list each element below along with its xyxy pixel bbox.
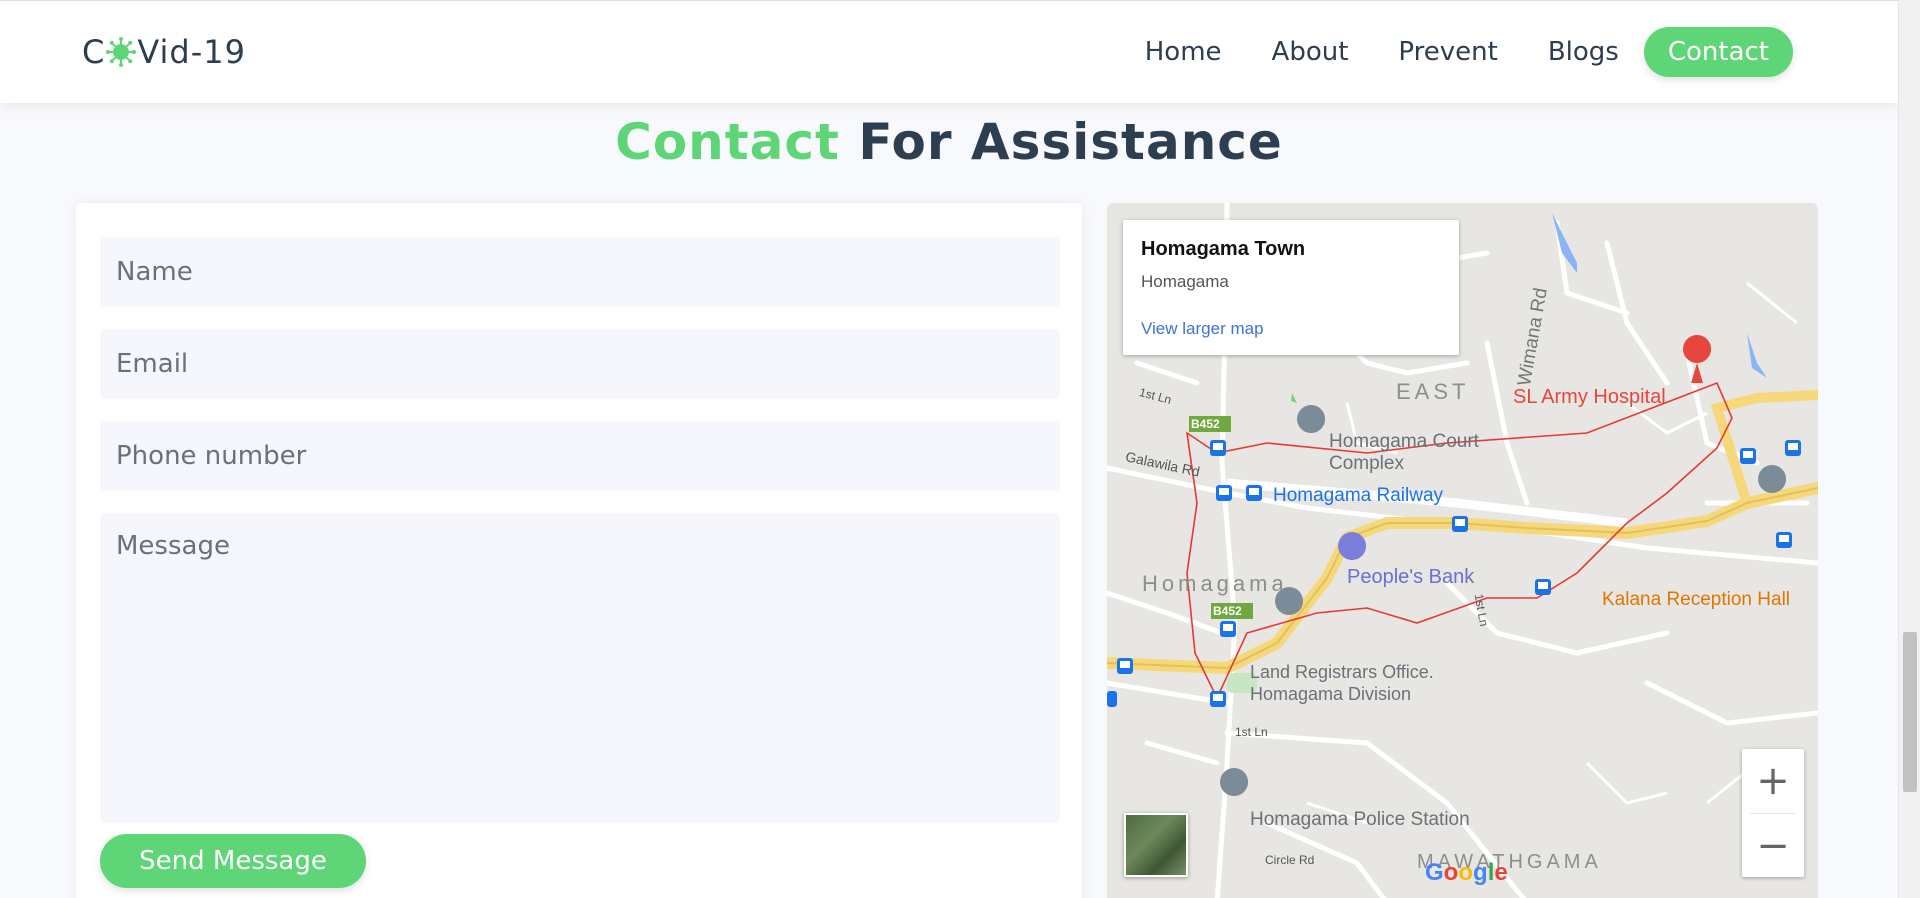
nav-blogs[interactable]: Blogs [1523, 27, 1644, 77]
page-title: Contact For Assistance [0, 113, 1898, 171]
map-label-town: Homagama [1142, 571, 1288, 596]
map-label-railway: Homagama Railway [1273, 485, 1444, 506]
map-label-kalana: Kalana Reception Hall [1602, 589, 1791, 610]
map-label-court: Homagama Court Complex [1329, 431, 1479, 474]
satellite-toggle[interactable] [1124, 813, 1188, 877]
page-scrollbar[interactable] [1898, 0, 1920, 898]
send-message-button[interactable]: Send Message [100, 834, 366, 888]
map-label-b452-b: B452 [1213, 604, 1242, 618]
map-zoom-controls: + − [1742, 749, 1804, 877]
map-label-east: EAST [1396, 379, 1470, 404]
brand-prefix: C [82, 33, 106, 71]
nav-contact[interactable]: Contact [1643, 27, 1793, 77]
map-place-sub: Homagama [1141, 272, 1229, 291]
map-label-b452-a: B452 [1191, 417, 1220, 431]
nav-prevent[interactable]: Prevent [1373, 27, 1522, 77]
map-info-card: Homagama Town Homagama View larger map [1123, 220, 1459, 355]
zoom-out-button[interactable]: − [1742, 814, 1804, 878]
map-place-name: Homagama Town [1141, 238, 1306, 260]
nav-home[interactable]: Home [1120, 27, 1247, 77]
embedded-map[interactable]: EAST Wimana Rd 1st Ln SL Army Hospital B… [1107, 203, 1818, 898]
google-logo: Google [1425, 859, 1508, 886]
name-input[interactable]: Name [100, 237, 1060, 307]
brand-suffix: Vid-19 [137, 33, 246, 71]
map-label-police: Homagama Police Station [1250, 809, 1470, 830]
map-label-1st-ln-b: 1st Ln [1235, 725, 1268, 739]
map-label-circle-rd: Circle Rd [1265, 853, 1315, 867]
brand-logo[interactable]: C Vid-19 [82, 33, 246, 71]
map-label-army-hospital: SL Army Hospital [1513, 386, 1666, 408]
title-highlight: Contact [615, 113, 840, 171]
phone-input[interactable]: Phone number [100, 421, 1060, 491]
message-textarea[interactable]: Message [100, 513, 1060, 823]
title-rest: For Assistance [858, 113, 1283, 171]
contact-form: Name Email Phone number Message Send Mes… [76, 203, 1082, 898]
nav-about[interactable]: About [1247, 27, 1374, 77]
site-header: C Vid-19 Home About Prevent Blogs Contac… [0, 0, 1898, 103]
map-label-bank: People's Bank [1347, 566, 1475, 588]
email-input[interactable]: Email [100, 329, 1060, 399]
zoom-in-button[interactable]: + [1742, 749, 1804, 813]
view-larger-map-link[interactable]: View larger map [1141, 319, 1264, 339]
scrollbar-thumb[interactable] [1903, 632, 1917, 792]
main-nav: Home About Prevent Blogs Contact [1120, 27, 1793, 77]
virus-icon [106, 37, 137, 67]
map-label-registrars: Land Registrars Office. Homagama Divisio… [1250, 662, 1434, 704]
